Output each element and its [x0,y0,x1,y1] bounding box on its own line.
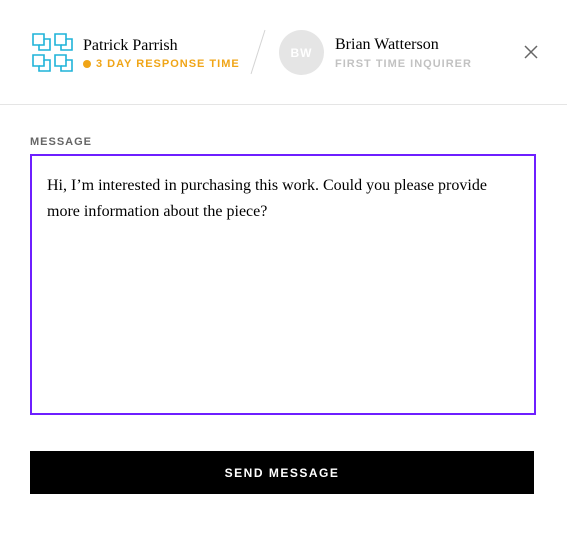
send-message-label: SEND MESSAGE [224,465,340,480]
header-divider [245,28,271,76]
avatar-initials: BW [290,45,313,60]
send-message-button[interactable]: SEND MESSAGE [30,451,534,494]
user-status: FIRST TIME INQUIRER [335,58,472,70]
response-time-badge: 3 DAY RESPONSE TIME [83,58,240,70]
gallery-logo-icon [31,32,75,74]
inquiry-header: Patrick Parrish 3 DAY RESPONSE TIME BW B… [0,0,567,105]
response-time-text: 3 DAY RESPONSE TIME [96,58,240,70]
close-icon [524,45,538,59]
gallery-name: Patrick Parrish [83,37,178,54]
message-label: MESSAGE [30,136,93,148]
status-dot-icon [83,60,91,68]
message-textarea[interactable]: Hi, I’m interested in purchasing this wo… [30,154,536,415]
user-name: Brian Watterson [335,36,439,53]
close-button[interactable] [521,42,541,62]
user-avatar: BW [279,30,324,75]
